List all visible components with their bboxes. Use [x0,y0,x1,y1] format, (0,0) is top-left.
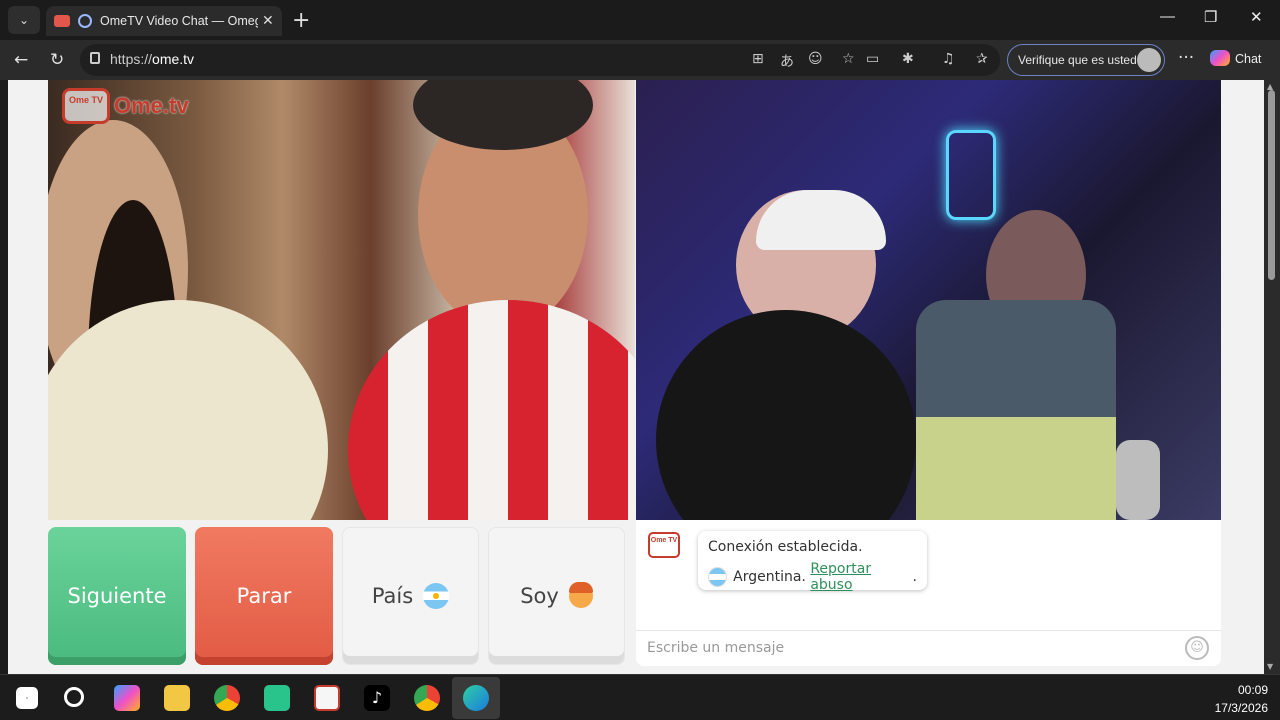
recording-icon [78,14,92,28]
favorite-icon[interactable]: ☆ [842,51,855,67]
ometv-bot-icon: Ome TV [648,532,680,558]
media-icon[interactable]: ♫ [942,51,955,67]
chrome-profile-icon[interactable] [414,685,440,711]
favorites-list-icon[interactable]: ✰ [976,51,988,67]
avatar [1137,48,1161,72]
refresh-button[interactable]: ↻ [50,50,64,70]
connection-message: Conexión establecida. [708,539,863,555]
lock-icon [90,52,100,64]
stop-button[interactable]: Parar [195,527,333,665]
neon-sign [946,130,996,220]
shirt-shape [48,300,328,520]
report-abuse-link[interactable]: Reportar abuso [810,561,912,593]
close-window-button[interactable]: ✕ [1250,8,1263,26]
tab-title: OmeTV Video Chat — Omegle [100,14,258,28]
argentina-flag-icon [423,583,450,609]
local-video [48,80,635,520]
scroll-down-icon[interactable]: ▼ [1267,662,1273,671]
black-shirt [656,310,916,520]
ometv-logo-text: Ome.tv [114,93,189,118]
chrome-icon[interactable] [214,685,240,711]
edge-icon[interactable] [463,685,489,711]
ometv-app-icon[interactable] [314,685,340,711]
title-bar: ⌄ OmeTV Video Chat — Omegle ✕ + — ❐ ✕ [0,0,1280,40]
country-button[interactable]: País [342,527,479,665]
partner-country: Argentina. [733,569,806,585]
emoji-icon[interactable]: ☺ [1185,636,1209,660]
more-tools-icon[interactable]: ☺ [808,51,823,67]
striped-shirt [348,300,635,520]
profile-verify-button[interactable]: Verifique que es usted [1007,44,1165,76]
close-tab-icon[interactable]: ✕ [262,13,274,29]
camera-icon[interactable]: ▭ [866,51,879,67]
copilot-icon [1210,50,1230,66]
app-icon[interactable] [264,685,290,711]
restore-button[interactable]: ❐ [1204,8,1217,26]
ometv-logo: Ome TV Ome.tv [62,88,189,124]
settings-more-button[interactable]: ··· [1178,48,1194,68]
minimize-button[interactable]: — [1160,8,1175,25]
tiktok-icon[interactable]: ♪ [364,685,390,711]
system-message: Conexión establecida. Argentina. Reporta… [698,531,927,593]
search-icon[interactable] [64,687,84,707]
ometv-favicon-icon [54,15,70,27]
boy-emoji-icon [568,582,593,608]
gray-green-shirt [916,300,1116,520]
gender-button[interactable]: Soy [488,527,625,665]
remote-video [636,80,1221,520]
translate-icon[interactable]: あ [780,51,794,71]
copilot-chat-button[interactable]: Chat [1210,50,1261,66]
message-placeholder: Escribe un mensaje [647,640,785,656]
address-bar[interactable]: https://ome.tv ⊞ あ ☺ ☆ ▭ ✱ ♫ ✰ [80,44,1000,76]
copilot-icon[interactable] [114,685,140,711]
chat-panel: Ome TV Conexión establecida. Argentina. … [636,520,1221,666]
clock-date: 17/3/2026 [1214,701,1268,715]
back-button[interactable]: ← [14,50,28,70]
page-scrollbar[interactable]: ▲ ▼ [1264,80,1280,674]
next-button[interactable]: Siguiente [48,527,186,665]
file-explorer-icon[interactable] [164,685,190,711]
ometv-logo-icon: Ome TV [62,88,110,124]
microphone [1116,440,1160,520]
scroll-thumb[interactable] [1268,90,1275,280]
tab-actions-button[interactable]: ⌄ [8,6,40,34]
clock-time: 00:09 [1237,683,1268,697]
new-tab-button[interactable]: + [292,8,310,33]
argentina-flag-icon [708,567,728,587]
message-input[interactable]: Escribe un mensaje ☺ [636,630,1221,666]
taskbar: ♪ 00:09 17/3/2026 [0,674,1280,720]
extensions-icon[interactable]: ✱ [902,51,914,67]
navigation-bar: ← ↻ https://ome.tv ⊞ あ ☺ ☆ ▭ ✱ ♫ ✰ Verif… [0,40,1280,80]
url-text: https://ome.tv [110,51,195,67]
system-clock[interactable]: 00:09 17/3/2026 [1215,681,1268,717]
app-icon[interactable]: ⊞ [752,51,764,67]
windows-start-icon[interactable] [16,687,38,709]
browser-tab[interactable]: OmeTV Video Chat — Omegle ✕ [46,6,282,36]
